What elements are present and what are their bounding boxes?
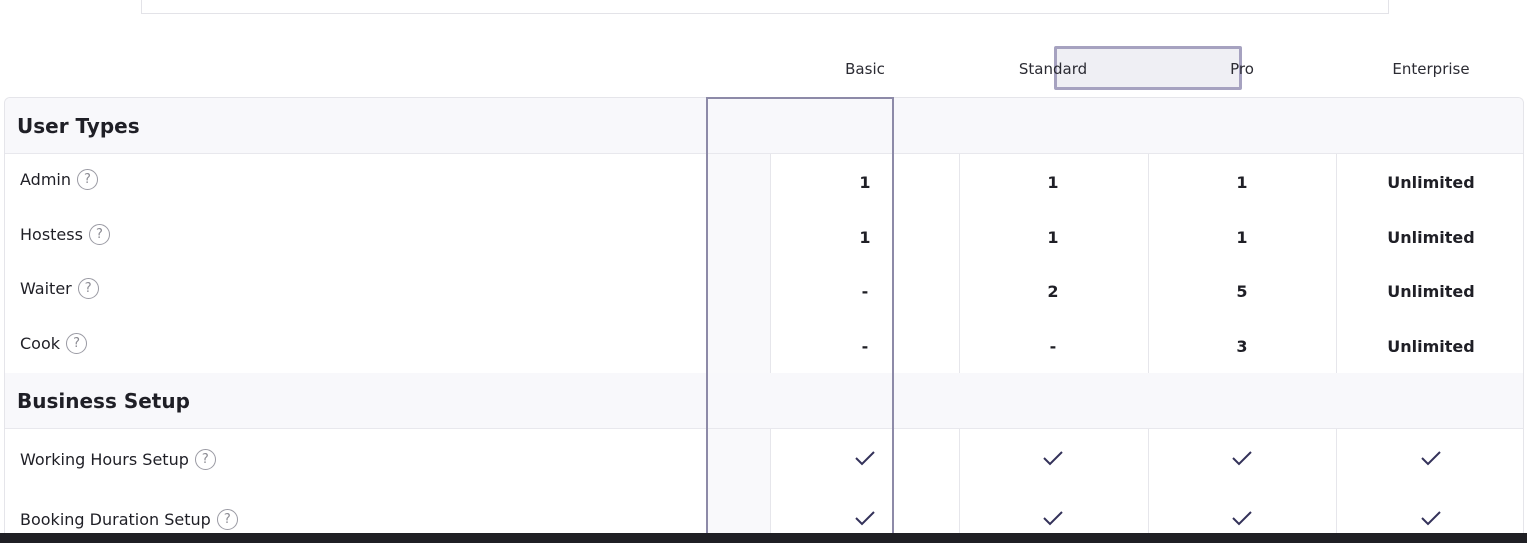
value-cell: 1 xyxy=(1236,228,1248,247)
checkmark-icon xyxy=(855,511,875,526)
question-circle-icon[interactable]: ? xyxy=(194,449,216,470)
plan-header-pro: Pro xyxy=(1230,60,1254,78)
bottom-bar xyxy=(0,533,1527,543)
section-title: Business Setup xyxy=(17,389,190,413)
table-row: Booking Duration Setup? xyxy=(5,489,1523,533)
value-cell: 1 xyxy=(859,173,871,192)
value-cell: - xyxy=(861,337,869,356)
checkmark-icon xyxy=(1043,511,1063,526)
checkmark-icon xyxy=(855,451,875,466)
value-cell: Unlimited xyxy=(1387,337,1475,356)
feature-name: Admin xyxy=(20,170,71,189)
table-row: Hostess? 1 1 1 Unlimited xyxy=(5,208,1523,263)
table-row: Waiter? - 2 5 Unlimited xyxy=(5,263,1523,317)
column-divider xyxy=(959,429,960,533)
feature-name: Booking Duration Setup xyxy=(20,510,211,529)
section-title: User Types xyxy=(17,114,140,138)
column-divider xyxy=(770,154,771,373)
value-cell xyxy=(959,509,1147,531)
comparison-table: User Types Admin? 1 1 1 Unlimited Hostes… xyxy=(4,97,1524,533)
feature-label: Admin? xyxy=(20,169,98,190)
feature-name: Cook xyxy=(20,334,61,353)
value-cell xyxy=(771,449,959,471)
plan-header-standard: Standard xyxy=(1018,60,1088,78)
section-header-user-types: User Types xyxy=(5,98,1523,154)
column-divider xyxy=(770,429,771,533)
value-cell xyxy=(1337,509,1523,531)
plan-header-basic: Basic xyxy=(845,60,885,78)
plan-header-enterprise: Enterprise xyxy=(1392,60,1470,78)
value-cell: 1 xyxy=(1236,173,1248,192)
value-cell: Unlimited xyxy=(1387,173,1475,192)
feature-label: Booking Duration Setup? xyxy=(20,509,238,530)
feature-name: Hostess xyxy=(20,225,83,244)
question-circle-icon[interactable]: ? xyxy=(77,169,98,190)
value-cell: 1 xyxy=(859,228,871,247)
table-row: Admin? 1 1 1 Unlimited xyxy=(5,154,1523,208)
question-circle-icon[interactable]: ? xyxy=(216,509,238,530)
column-divider xyxy=(1148,429,1149,533)
feature-name: Working Hours Setup xyxy=(20,450,189,469)
top-card xyxy=(141,0,1389,14)
table-row: Cook? - - 3 Unlimited xyxy=(5,317,1523,373)
checkmark-icon xyxy=(1421,511,1441,526)
checkmark-icon xyxy=(1421,451,1441,466)
checkmark-icon xyxy=(1232,511,1252,526)
column-divider xyxy=(959,154,960,373)
value-cell: 1 xyxy=(1047,173,1059,192)
value-cell: 5 xyxy=(1236,282,1248,301)
column-divider xyxy=(1148,154,1149,373)
value-cell xyxy=(1337,449,1523,471)
value-cell xyxy=(1148,509,1336,531)
feature-label: Cook? xyxy=(20,333,88,354)
value-cell xyxy=(1148,449,1336,471)
checkmark-icon xyxy=(1043,451,1063,466)
feature-label: Working Hours Setup? xyxy=(20,449,216,470)
checkmark-icon xyxy=(1232,451,1252,466)
feature-label: Waiter? xyxy=(20,278,99,299)
question-circle-icon[interactable]: ? xyxy=(66,333,88,354)
column-divider xyxy=(1336,429,1337,533)
table-row: Working Hours Setup? xyxy=(5,429,1523,489)
value-cell: Unlimited xyxy=(1387,282,1475,301)
value-cell xyxy=(959,449,1147,471)
value-cell: - xyxy=(861,282,869,301)
feature-label: Hostess? xyxy=(20,224,110,245)
value-cell xyxy=(771,509,959,531)
question-circle-icon[interactable]: ? xyxy=(77,278,99,299)
value-cell: 1 xyxy=(1047,228,1059,247)
value-cell: 2 xyxy=(1047,282,1059,301)
column-divider xyxy=(1336,154,1337,373)
section-header-business-setup: Business Setup xyxy=(5,373,1523,429)
value-cell: Unlimited xyxy=(1387,228,1475,247)
value-cell: 3 xyxy=(1236,337,1248,356)
value-cell: - xyxy=(1049,337,1057,356)
feature-name: Waiter xyxy=(20,279,72,298)
question-circle-icon[interactable]: ? xyxy=(88,224,110,245)
